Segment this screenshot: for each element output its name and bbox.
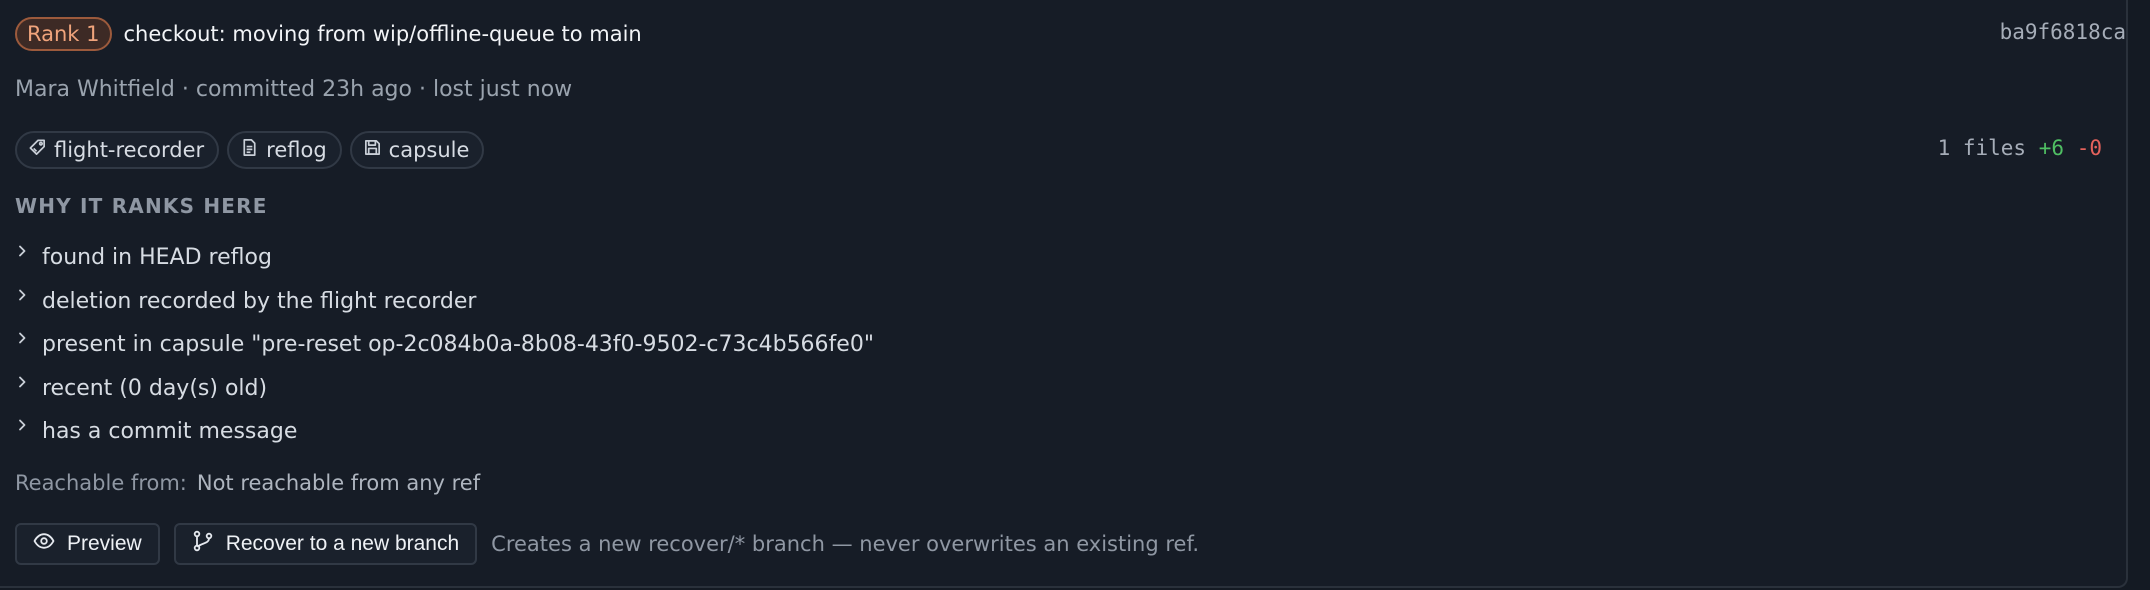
commit-sha[interactable]: ba9f6818ca xyxy=(25,20,2126,44)
recover-hint: Creates a new recover/* branch — never o… xyxy=(491,532,1200,556)
tag-icon xyxy=(28,138,47,162)
action-bar: Preview Recover to a new branch Creates … xyxy=(15,523,1199,565)
deletions-count: -0 xyxy=(2076,136,2102,160)
reason-item: recent (0 day(s) old) xyxy=(15,367,874,411)
chip-capsule: capsule xyxy=(349,131,485,169)
files-count: 1 files xyxy=(1937,136,2027,160)
reason-item: deletion recorded by the flight recorder xyxy=(15,280,874,324)
reason-text: present in capsule "pre-reset op-2c084b0… xyxy=(42,332,874,358)
reason-text: found in HEAD reflog xyxy=(42,245,272,271)
why-heading: WHY IT RANKS HERE xyxy=(15,194,268,218)
recover-branch-button[interactable]: Recover to a new branch xyxy=(173,523,478,565)
reason-item: present in capsule "pre-reset op-2c084b0… xyxy=(15,323,874,367)
reachable-info: Reachable from: Not reachable from any r… xyxy=(15,471,480,495)
reason-item: found in HEAD reflog xyxy=(15,236,874,280)
eye-icon xyxy=(33,530,55,558)
chevron-right-icon xyxy=(15,376,42,401)
chip-label: capsule xyxy=(388,138,470,162)
reason-item: has a commit message xyxy=(15,410,874,454)
reasons-list: found in HEAD reflog deletion recorded b… xyxy=(15,236,874,454)
chevron-right-icon xyxy=(15,332,42,357)
git-branch-icon xyxy=(192,530,214,558)
source-chips: flight-recorder reflog capsule xyxy=(15,131,485,169)
diff-stats: 1 files +6 -0 xyxy=(1938,136,2102,160)
chevron-right-icon xyxy=(15,289,42,314)
reachable-label: Reachable from: xyxy=(15,471,187,495)
save-icon xyxy=(363,138,382,162)
reason-text: recent (0 day(s) old) xyxy=(42,375,268,401)
chip-label: flight-recorder xyxy=(54,138,205,162)
chevron-right-icon xyxy=(15,245,42,270)
chip-label: reflog xyxy=(266,138,327,162)
recover-label: Recover to a new branch xyxy=(225,532,460,555)
document-icon xyxy=(240,138,259,162)
chip-reflog: reflog xyxy=(227,131,342,169)
reachable-value: Not reachable from any ref xyxy=(196,471,481,495)
chip-flight-recorder: flight-recorder xyxy=(15,131,220,169)
commit-meta: Mara Whitfield · committed 23h ago · los… xyxy=(15,77,573,102)
additions-count: +6 xyxy=(2038,136,2065,160)
preview-label: Preview xyxy=(67,532,142,555)
chevron-right-icon xyxy=(15,419,42,444)
preview-button[interactable]: Preview xyxy=(15,523,160,565)
commit-card: Rank 1 checkout: moving from wip/offline… xyxy=(0,0,2128,588)
reason-text: deletion recorded by the flight recorder xyxy=(42,288,477,314)
reason-text: has a commit message xyxy=(42,419,298,445)
